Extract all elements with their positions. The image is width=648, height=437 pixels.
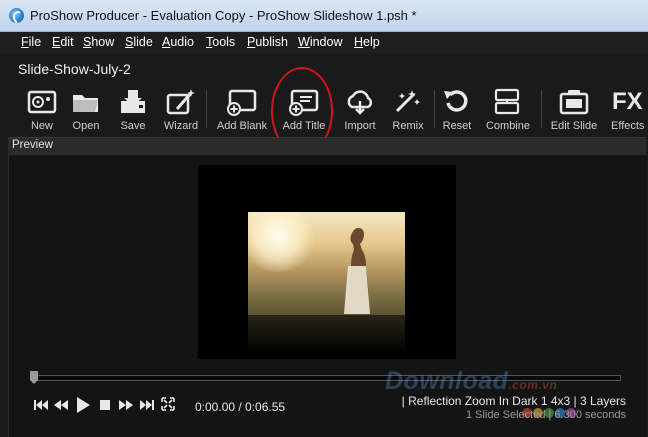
slide-photo [248,212,405,315]
toolbar-separator [206,90,207,128]
import-button[interactable]: Import [340,84,380,134]
fx-icon: FX [612,88,643,115]
remix-button-label: Remix [392,120,424,132]
menu-edit[interactable]: Edit [52,35,74,49]
save-button-label: Save [120,120,146,132]
slide-effect-info: | Reflection Zoom In Dark 1 4x3 | 3 Laye… [401,394,626,408]
menu-window[interactable]: Window [298,35,342,49]
playback-time: 0:00.00 / 0:06.55 [195,400,286,414]
effects-button-label: Effects [611,120,645,132]
new-show-icon [27,90,57,114]
menu-file[interactable]: File [21,35,41,49]
fast-forward-icon[interactable] [118,397,134,413]
woman-silhouette [344,227,370,314]
new-button-label: New [30,120,53,132]
rewind-icon[interactable] [53,397,69,413]
reset-icon [444,90,468,112]
open-button[interactable]: Open [66,84,106,134]
toolbar-separator [541,90,542,128]
menu-bar: File Edit Show Slide Audio Tools Publish… [0,32,648,54]
magic-wand-icon [166,89,195,115]
save-button[interactable]: Save [113,84,153,134]
fullscreen-icon[interactable] [161,397,175,411]
cloud-import-icon [347,90,373,115]
skip-to-start-icon[interactable] [33,397,49,413]
effects-button[interactable]: FX Effects [609,84,648,134]
edit-slide-button[interactable]: Edit Slide [549,84,599,134]
proshow-app-icon [9,8,24,23]
toolbar-separator [434,90,435,128]
new-button[interactable]: New [20,84,64,134]
selection-info: 1 Slide Selected | 6.300 seconds [465,409,626,421]
open-button-label: Open [72,120,100,132]
window-title: ProShow Producer - Evaluation Copy - Pro… [30,8,417,23]
main-toolbar: New Open Save Wizard Add Blank Add Title… [0,84,648,136]
remix-button[interactable]: Remix [388,84,428,134]
menu-tools[interactable]: Tools [206,35,235,49]
reset-button[interactable]: Reset [439,84,475,134]
menu-slide[interactable]: Slide [125,35,153,49]
folder-icon [73,95,98,112]
combine-button[interactable]: Combine [484,84,532,134]
play-icon[interactable] [75,396,91,414]
sun-glow [248,212,318,272]
edit-slide-icon [559,90,589,115]
wizard-button-label: Wizard [163,120,199,132]
menu-publish[interactable]: Publish [247,35,288,49]
wizard-button[interactable]: Wizard [160,84,202,134]
combine-button-label: Combine [485,120,531,132]
combine-slides-icon [494,88,520,115]
add-title-button[interactable]: Add Title [280,84,328,134]
import-button-label: Import [344,120,376,132]
add-blank-button[interactable]: Add Blank [216,84,268,134]
menu-audio[interactable]: Audio [162,35,194,49]
add-blank-slide-icon [227,89,257,116]
add-title-slide-icon [289,89,319,116]
save-icon [121,90,145,113]
edit-slide-button-label: Edit Slide [550,120,598,132]
show-name-row: Slide-Show-July-2 [0,54,648,84]
preview-header: Preview [8,137,646,155]
skip-to-end-icon[interactable] [139,397,155,413]
menu-show[interactable]: Show [83,35,114,49]
download-watermark: Download.com.vn [385,367,558,395]
add-title-button-label: Add Title [282,120,326,132]
stop-icon[interactable] [97,397,113,413]
slide-reflection [248,315,405,353]
show-name[interactable]: Slide-Show-July-2 [18,61,131,77]
window-titlebar[interactable]: ProShow Producer - Evaluation Copy - Pro… [0,0,648,32]
preview-title: Preview [12,139,53,151]
remix-icon [395,90,420,113]
add-blank-button-label: Add Blank [216,120,268,132]
menu-help[interactable]: Help [354,35,380,49]
reset-button-label: Reset [442,120,472,132]
